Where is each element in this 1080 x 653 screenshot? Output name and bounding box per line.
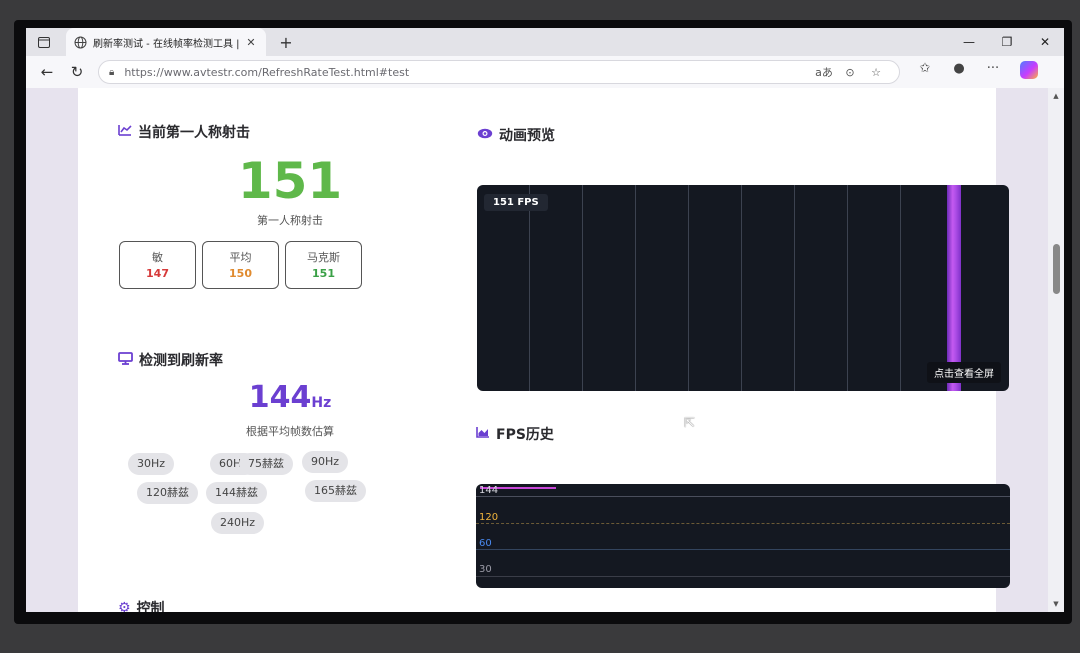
back-icon[interactable]: ←: [32, 63, 62, 81]
control-section-title-text: 控制: [136, 601, 165, 612]
control-section-title: ⚙ 控制: [118, 598, 165, 612]
history-line-120: [476, 523, 1010, 524]
preview-grid-line: [688, 185, 689, 391]
avg-fps-value: 150: [229, 267, 252, 280]
favorites-icon[interactable]: ✩: [908, 61, 942, 83]
chip-144hz[interactable]: 144赫兹: [206, 482, 267, 504]
sidebar-toggle-button[interactable]: [26, 28, 62, 56]
url-text: https://www.avtestr.com/RefreshRateTest.…: [124, 65, 410, 79]
preview-grid-line: [635, 185, 636, 391]
preview-grid-line: [900, 185, 901, 391]
minimize-icon[interactable]: —: [950, 35, 988, 49]
tab-close-button[interactable]: ✕: [244, 36, 258, 49]
fps-section-title: 当前第一人称射击: [118, 122, 250, 142]
page-body: 当前第一人称射击 151 第一人称射击 敏 147 平均 150 马克斯 151: [78, 88, 1010, 612]
refresh-icon[interactable]: ↻: [62, 63, 92, 81]
url-input[interactable]: 🔒︎ https://www.avtestr.com/RefreshRateTe…: [98, 60, 900, 84]
globe-icon: [74, 36, 87, 48]
window-controls: — ❐ ✕: [950, 35, 1064, 49]
refresh-rate-value: 144: [248, 380, 312, 415]
toolbar-right: ✩ ● ···: [908, 61, 1044, 83]
current-fps-value: 151: [237, 152, 343, 210]
refresh-rate-unit: Hz: [311, 395, 332, 411]
fullscreen-button[interactable]: 点击查看全屏: [927, 362, 1001, 383]
chip-240hz[interactable]: 240Hz: [211, 512, 265, 534]
history-line-60: [476, 549, 1010, 550]
chip-30hz[interactable]: 30Hz: [128, 453, 175, 475]
preview-section-title: 动画预览: [477, 125, 555, 145]
min-fps-box: 敏 147: [119, 241, 196, 289]
avg-fps-label: 平均: [229, 251, 252, 264]
eye-icon: [477, 127, 493, 143]
copilot-icon[interactable]: [1010, 61, 1044, 83]
fps-label: 第一人称射击: [257, 214, 323, 227]
line-chart-icon: [118, 124, 132, 140]
favorite-star-icon[interactable]: ☆: [863, 66, 889, 79]
menu-dots-icon[interactable]: ···: [976, 61, 1010, 83]
address-bar: ← ↻ 🔒︎ https://www.avtestr.com/RefreshRa…: [26, 56, 1064, 88]
page-scrollbar[interactable]: ▲ ▼: [1048, 88, 1064, 612]
max-fps-box: 马克斯 151: [285, 241, 362, 289]
min-fps-value: 147: [146, 267, 169, 280]
restore-icon[interactable]: ❐: [988, 35, 1026, 49]
max-fps-value: 151: [312, 267, 335, 280]
fps-history-chart: 144 120 60 30: [476, 484, 1010, 588]
preview-grid-line: [741, 185, 742, 391]
new-tab-button[interactable]: +: [272, 33, 300, 52]
preview-fps-badge: 151 FPS: [484, 194, 548, 211]
history-line-144: [476, 496, 1010, 497]
refresh-section-title: 检测到刷新率: [118, 350, 223, 370]
fps-section-title-text: 当前第一人称射击: [138, 125, 250, 141]
mouse-cursor-icon: ⇱: [684, 416, 695, 431]
scroll-up-icon[interactable]: ▲: [1048, 92, 1064, 100]
preview-section-title-text: 动画预览: [499, 128, 555, 144]
sidebar-icon: [38, 36, 50, 48]
history-section-title-text: FPS历史: [496, 427, 554, 443]
history-label-30: 30: [479, 564, 492, 575]
chip-120hz[interactable]: 120赫兹: [137, 482, 198, 504]
browser-tab[interactable]: 刷新率测试 - 在线帧率检测工具 | ✕: [66, 28, 266, 56]
gear-icon: ⚙: [118, 600, 131, 612]
read-aloud-icon[interactable]: aあ: [811, 64, 837, 80]
preview-grid-line: [847, 185, 848, 391]
area-chart-icon: [476, 426, 490, 442]
history-label-144: 144: [479, 485, 499, 496]
history-label-120: 120: [479, 512, 499, 523]
scroll-thumb[interactable]: [1053, 244, 1060, 294]
preview-grid-line: [794, 185, 795, 391]
title-bar: 刷新率测试 - 在线帧率检测工具 | ✕ + — ❐ ✕: [26, 28, 1064, 56]
browser-window: 刷新率测试 - 在线帧率检测工具 | ✕ + — ❐ ✕ ← ↻ 🔒︎ http…: [26, 28, 1064, 612]
history-line-30: [476, 576, 1010, 577]
tab-title: 刷新率测试 - 在线帧率检测工具 |: [93, 38, 240, 50]
chip-75hz[interactable]: 75赫兹: [239, 453, 293, 475]
preview-grid-line: [582, 185, 583, 391]
monitor-icon: [118, 351, 133, 369]
refresh-section-title-text: 检测到刷新率: [139, 353, 223, 369]
refresh-estimate-label: 根据平均帧数估算: [246, 425, 334, 438]
more-options-icon[interactable]: ⊙: [837, 66, 863, 79]
close-icon[interactable]: ✕: [1026, 35, 1064, 49]
chip-165hz[interactable]: 165赫兹: [305, 480, 366, 502]
lock-icon[interactable]: 🔒︎: [109, 67, 114, 78]
animation-preview-canvas[interactable]: 151 FPS 点击查看全屏: [477, 185, 1009, 391]
avg-fps-box: 平均 150: [202, 241, 279, 289]
profile-avatar-icon[interactable]: ●: [942, 61, 976, 83]
history-section-title: FPS历史: [476, 424, 554, 444]
min-fps-label: 敏: [152, 251, 163, 264]
preview-grid-line: [529, 185, 530, 391]
page-viewport: 当前第一人称射击 151 第一人称射击 敏 147 平均 150 马克斯 151: [26, 88, 1048, 612]
detected-refresh-rate: 144Hz: [170, 380, 410, 415]
scroll-down-icon[interactable]: ▼: [1048, 600, 1064, 608]
max-fps-label: 马克斯: [307, 251, 340, 264]
history-label-60: 60: [479, 538, 492, 549]
chip-90hz[interactable]: 90Hz: [302, 451, 349, 473]
moving-bar: [947, 185, 961, 391]
